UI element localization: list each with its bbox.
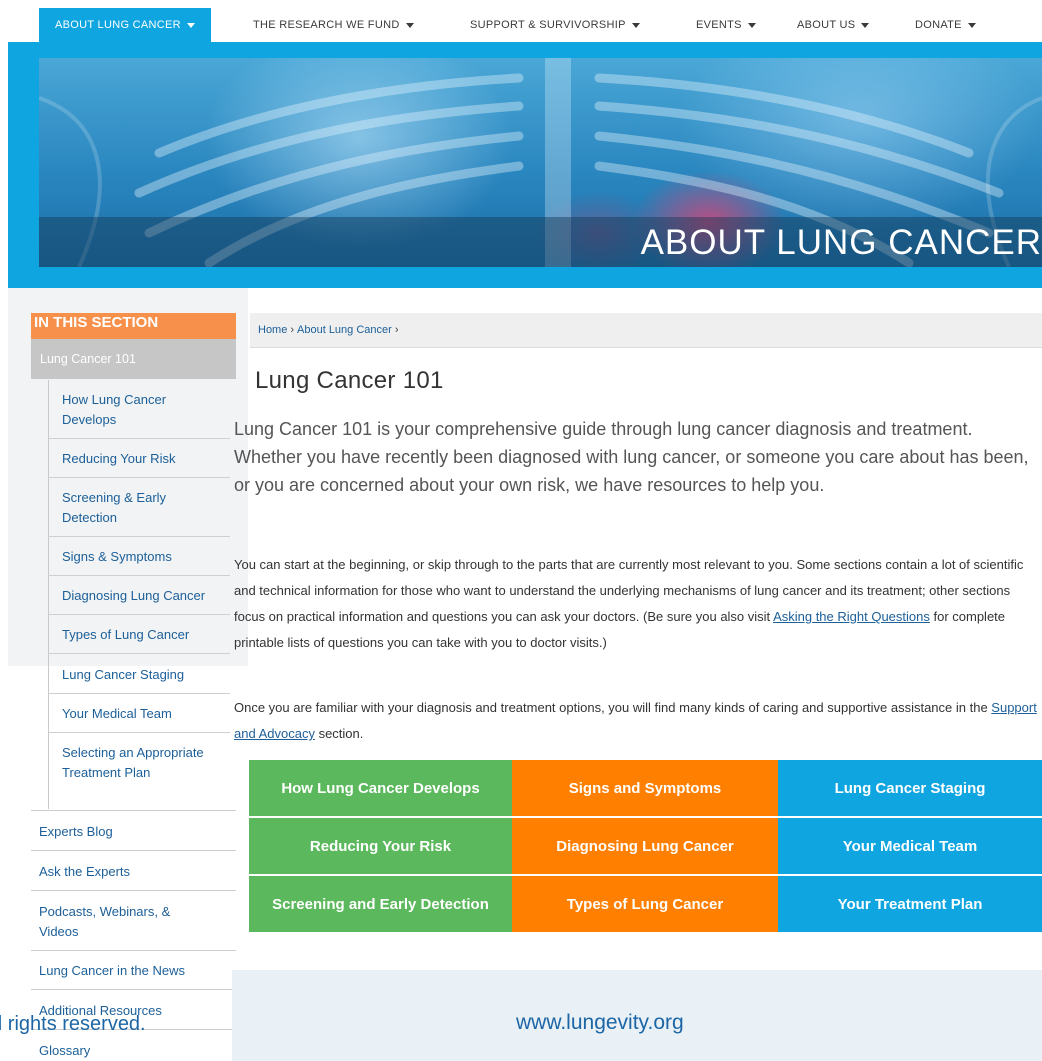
page-title: Lung Cancer 101: [255, 367, 444, 394]
paragraph-text: Once you are familiar with your diagnosi…: [234, 700, 992, 715]
divider: [31, 950, 236, 951]
hero-title: ABOUT LUNG CANCER: [640, 223, 1042, 262]
hero-banner: ABOUT LUNG CANCER: [39, 58, 1042, 267]
caret-down-icon: [967, 23, 976, 28]
tile-diagnosing-lung-cancer[interactable]: Diagnosing Lung Cancer: [512, 818, 778, 874]
sidebar-sub-rule: [48, 380, 49, 809]
nav-support-survivorship[interactable]: SUPPORT & SURVIVORSHIP: [470, 8, 640, 42]
divider: [48, 732, 230, 733]
nav-label: SUPPORT & SURVIVORSHIP: [470, 19, 626, 31]
nav-events[interactable]: EVENTS: [696, 8, 756, 42]
divider: [48, 614, 230, 615]
sidebar-item-ask-the-experts[interactable]: Ask the Experts: [39, 862, 229, 882]
breadcrumb-home[interactable]: Home: [258, 324, 287, 336]
divider: [31, 810, 236, 811]
intro-lead-text: Lung Cancer 101 is your comprehensive gu…: [234, 419, 1029, 495]
sidebar-item-how-lung-cancer-develops[interactable]: How Lung Cancer Develops: [62, 390, 212, 430]
top-navigation: ABOUT LUNG CANCER THE RESEARCH WE FUND S…: [0, 0, 1042, 42]
sidebar-item-types-of-lung-cancer[interactable]: Types of Lung Cancer: [62, 625, 232, 645]
nav-label: DONATE: [915, 19, 962, 31]
footer-rights: All rights reserved.: [0, 1013, 146, 1036]
sidebar-item-your-medical-team[interactable]: Your Medical Team: [62, 704, 232, 724]
tile-reducing-your-risk[interactable]: Reducing Your Risk: [249, 818, 512, 874]
intro-paragraph: You can start at the beginning, or skip …: [234, 552, 1042, 656]
sidebar-item-selecting-treatment-plan[interactable]: Selecting an Appropriate Treatment Plan: [62, 743, 227, 783]
nav-donate[interactable]: DONATE: [915, 8, 976, 42]
tile-your-medical-team[interactable]: Your Medical Team: [778, 818, 1042, 874]
tile-how-lung-cancer-develops[interactable]: How Lung Cancer Develops: [249, 760, 512, 816]
sidebar-item-experts-blog[interactable]: Experts Blog: [39, 822, 229, 842]
asking-right-questions-link[interactable]: Asking the Right Questions: [773, 609, 930, 624]
caret-down-icon: [631, 23, 640, 28]
tile-screening-early-detection[interactable]: Screening and Early Detection: [249, 876, 512, 932]
divider: [48, 477, 230, 478]
sidebar-item-lung-cancer-staging[interactable]: Lung Cancer Staging: [62, 665, 232, 685]
divider: [31, 890, 236, 891]
tile-lung-cancer-staging[interactable]: Lung Cancer Staging: [778, 760, 1042, 816]
sidebar-item-lung-cancer-101[interactable]: Lung Cancer 101: [31, 339, 236, 379]
sidebar-item-signs-symptoms[interactable]: Signs & Symptoms: [62, 547, 232, 567]
sidebar-item-diagnosing-lung-cancer[interactable]: Diagnosing Lung Cancer: [62, 586, 237, 606]
sidebar-item-podcasts-webinars-videos[interactable]: Podcasts, Webinars, & Videos: [39, 902, 199, 942]
tile-signs-and-symptoms[interactable]: Signs and Symptoms: [512, 760, 778, 816]
nav-about-us[interactable]: ABOUT US: [797, 8, 870, 42]
sidebar-item-screening-early-detection[interactable]: Screening & Early Detection: [62, 488, 212, 528]
divider: [48, 438, 230, 439]
nav-research-we-fund[interactable]: THE RESEARCH WE FUND: [253, 8, 414, 42]
nav-label: EVENTS: [696, 19, 742, 31]
nav-label: ABOUT US: [797, 19, 856, 31]
caret-down-icon: [405, 23, 414, 28]
nav-label: THE RESEARCH WE FUND: [253, 19, 400, 31]
divider: [31, 989, 236, 990]
divider: [48, 575, 230, 576]
sidebar-item-glossary[interactable]: Glossary: [39, 1041, 229, 1061]
sidebar-item-reducing-your-risk[interactable]: Reducing Your Risk: [62, 449, 232, 469]
nav-label: ABOUT LUNG CANCER: [55, 19, 181, 31]
breadcrumb-separator: ›: [290, 324, 295, 336]
footer-url: www.lungevity.org: [516, 1011, 684, 1034]
divider: [48, 693, 230, 694]
tile-types-of-lung-cancer[interactable]: Types of Lung Cancer: [512, 876, 778, 932]
caret-down-icon: [747, 23, 756, 28]
support-paragraph: Once you are familiar with your diagnosi…: [234, 695, 1042, 747]
sidebar-item-lung-cancer-in-the-news[interactable]: Lung Cancer in the News: [39, 961, 234, 981]
breadcrumb: Home › About Lung Cancer ›: [250, 313, 1042, 348]
divider: [48, 536, 230, 537]
paragraph-text: section.: [314, 726, 364, 741]
tile-your-treatment-plan[interactable]: Your Treatment Plan: [778, 876, 1042, 932]
divider: [48, 653, 230, 654]
breadcrumb-about-lung-cancer[interactable]: About Lung Cancer: [297, 324, 392, 336]
breadcrumb-separator: ›: [394, 324, 399, 336]
rights-text: All rights reserved.: [0, 1013, 146, 1035]
caret-down-icon: [861, 23, 870, 28]
sidebar-heading: IN THIS SECTION: [31, 313, 236, 339]
caret-down-icon: [186, 23, 195, 28]
divider: [31, 850, 236, 851]
nav-about-lung-cancer[interactable]: ABOUT LUNG CANCER: [39, 8, 211, 42]
